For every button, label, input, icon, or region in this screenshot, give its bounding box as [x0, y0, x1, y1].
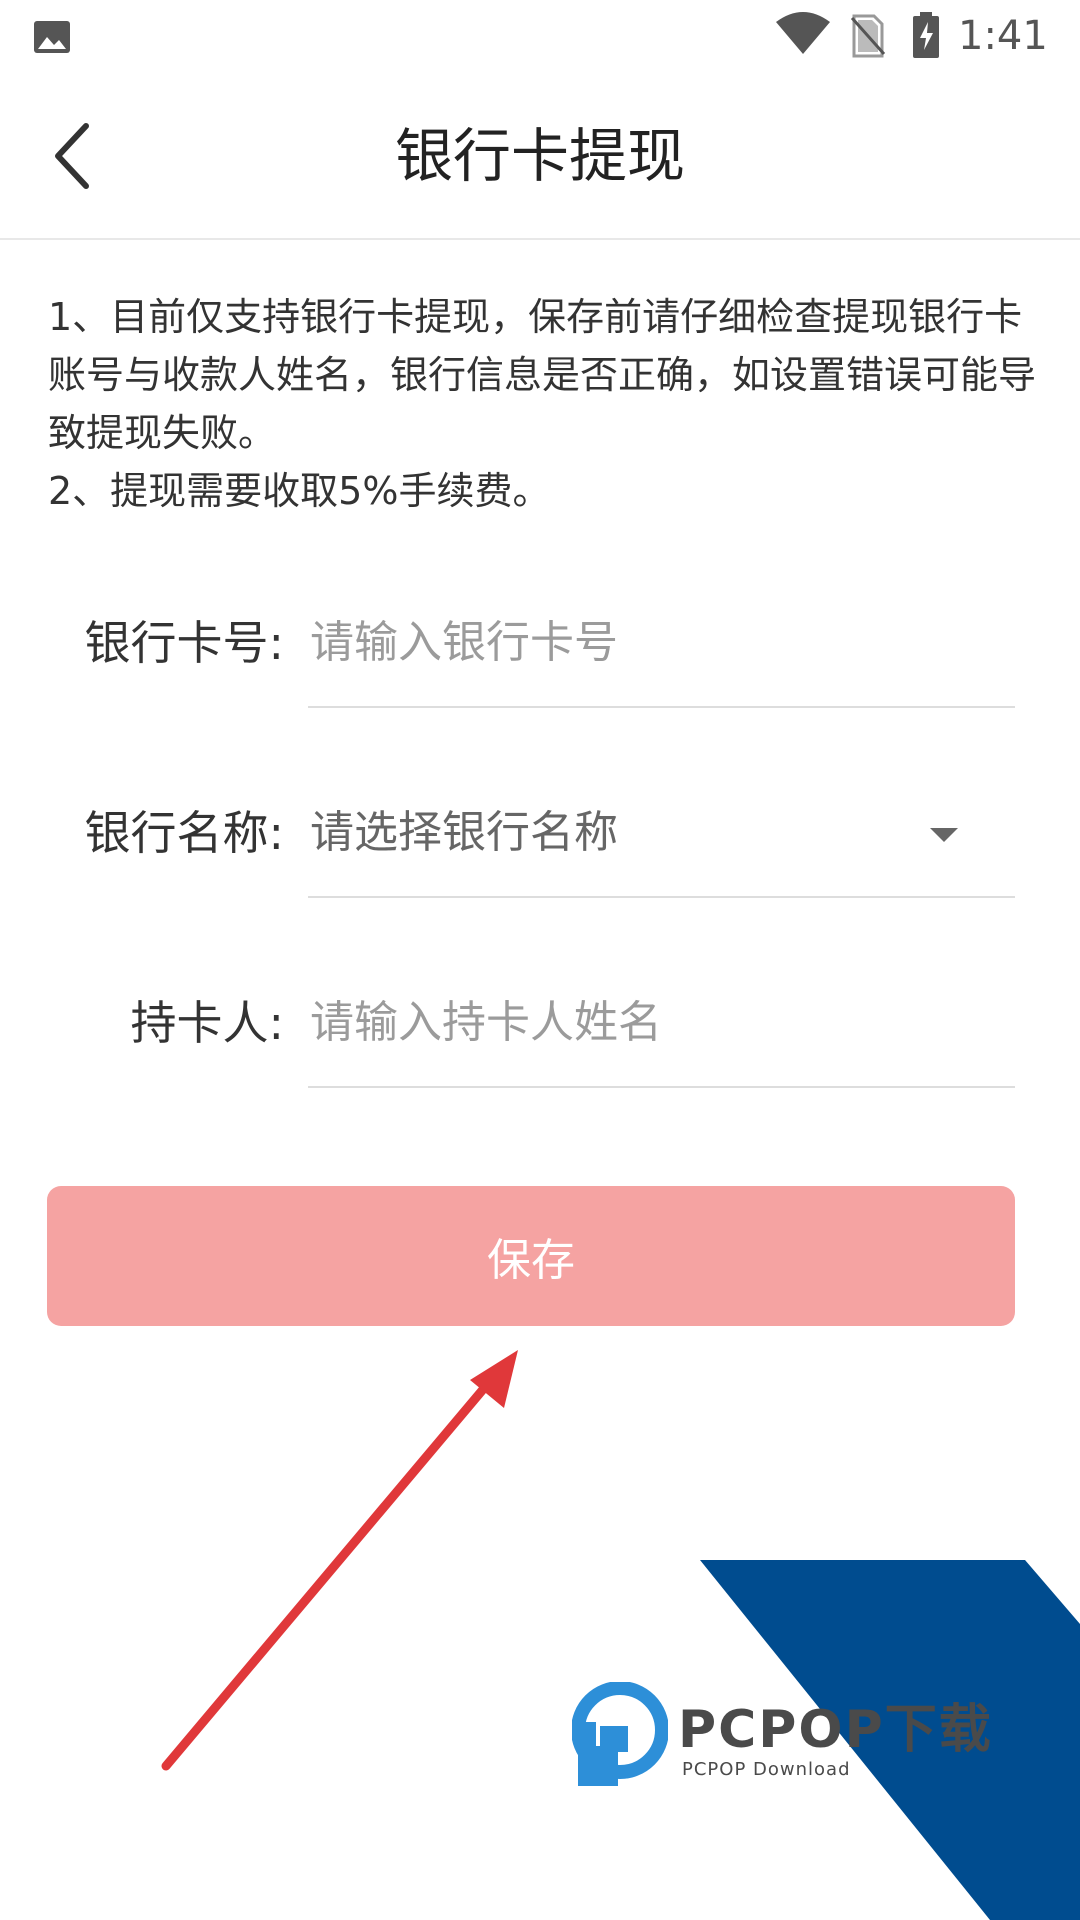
cardholder-underline: [308, 1086, 1015, 1088]
wifi-icon: [776, 12, 830, 54]
status-bar: 1:41: [0, 0, 1080, 72]
app-bar: 银行卡提现: [0, 72, 1080, 240]
card-number-input[interactable]: [310, 604, 1010, 680]
bank-name-select[interactable]: 请选择银行名称: [310, 798, 618, 868]
watermark-brand: PCPOP下载: [678, 1700, 993, 1760]
withdraw-notes: 1、目前仅支持银行卡提现，保存前请仔细检查提现银行卡账号与收款人姓名，银行信息是…: [48, 288, 1038, 520]
watermark: PCPOP下载 PCPOP Download: [560, 1560, 1080, 1920]
battery-charging-icon: [913, 12, 939, 58]
dropdown-arrow-icon[interactable]: [930, 828, 958, 842]
cardholder-row: 持卡人:: [0, 948, 1080, 1098]
card-number-underline: [308, 706, 1015, 708]
page-title: 银行卡提现: [394, 122, 685, 190]
watermark-logo-icon: [572, 1682, 668, 1786]
bank-name-row: 银行名称: 请选择银行名称: [0, 758, 1080, 908]
card-number-row: 银行卡号:: [0, 568, 1080, 718]
note-item: 2、提现需要收取5%手续费。: [48, 469, 551, 513]
cardholder-input[interactable]: [310, 984, 1010, 1060]
withdraw-page: 1:41 银行卡提现 1、目前仅支持银行卡提现，保存前请仔细检查提现银行卡账号与…: [0, 0, 1080, 1920]
bank-name-underline: [308, 896, 1015, 898]
no-sim-icon: [850, 14, 886, 58]
save-button[interactable]: 保存: [47, 1186, 1015, 1326]
bank-name-label: 银行名称:: [84, 806, 285, 860]
status-time: 1:41: [958, 13, 1048, 59]
card-number-label: 银行卡号:: [84, 616, 285, 670]
note-item: 1、目前仅支持银行卡提现，保存前请仔细检查提现银行卡账号与收款人姓名，银行信息是…: [48, 295, 1037, 455]
gallery-icon: [34, 21, 70, 53]
watermark-subtitle: PCPOP Download: [682, 1759, 851, 1780]
cardholder-label: 持卡人:: [130, 996, 285, 1050]
